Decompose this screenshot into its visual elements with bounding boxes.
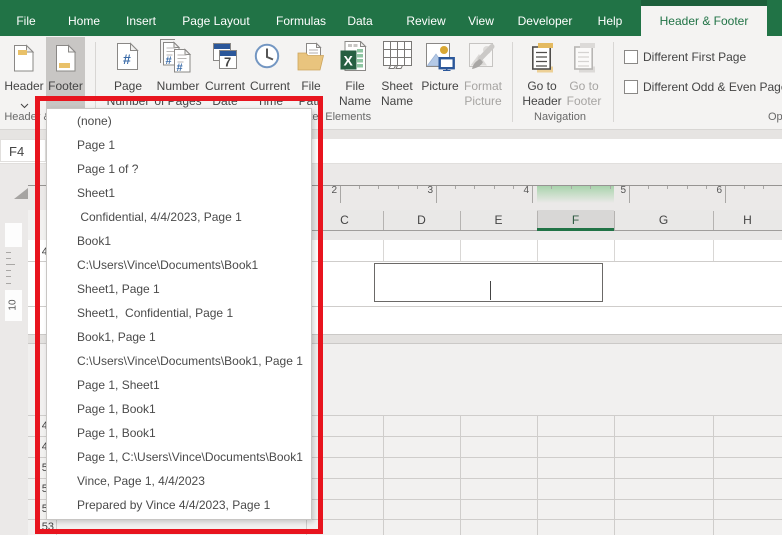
svg-text:#: # [166, 55, 172, 67]
svg-text:#: # [123, 51, 131, 67]
svg-text:#: # [177, 62, 183, 73]
svg-text:7: 7 [224, 55, 231, 70]
svg-text:X: X [344, 53, 354, 69]
